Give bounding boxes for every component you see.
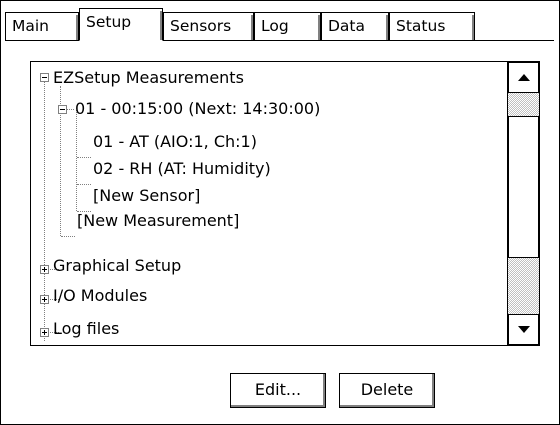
collapse-icon[interactable] [58,105,67,114]
collapse-icon[interactable] [40,73,49,82]
tree-connector [77,184,91,185]
scrollbar-thumb[interactable] [508,116,539,258]
tree-item-log-files[interactable]: Log files [53,317,119,341]
tree-content: EZSetup Measurements 01 - 00:15:00 (Next… [31,62,507,345]
tree-item-sensor-at[interactable]: 01 - AT (AIO:1, Ch:1) [93,130,257,154]
tree-item-new-measurement[interactable]: [New Measurement] [77,209,239,233]
setup-tree-view[interactable]: EZSetup Measurements 01 - 00:15:00 (Next… [30,61,540,346]
vertical-scrollbar[interactable] [507,62,539,345]
expand-icon[interactable] [40,265,49,274]
tab-setup-label: Setup [86,13,132,31]
tab-status[interactable]: Status [389,12,475,40]
expand-icon[interactable] [40,328,49,337]
tree-item-new-sensor[interactable]: [New Sensor] [93,184,200,208]
tab-main[interactable]: Main [5,12,79,40]
scroll-up-button[interactable] [508,62,539,93]
tree-item-ezsetup-measurements[interactable]: EZSetup Measurements [53,66,244,90]
tree-item-measurement-01[interactable]: 01 - 00:15:00 (Next: 14:30:00) [75,97,320,121]
arrow-up-icon [517,74,530,81]
tab-sensors[interactable]: Sensors [163,12,254,40]
tree-item-sensor-rh[interactable]: 02 - RH (AT: Humidity) [93,157,271,181]
tree-connector [77,157,91,158]
delete-button-label: Delete [360,380,414,399]
tab-sensors-label: Sensors [170,17,232,35]
tree-level2-line [76,110,77,211]
edit-button-label: Edit... [254,380,302,399]
tree-item-graphical-setup[interactable]: Graphical Setup [53,254,181,278]
tree-connector [61,236,75,237]
arrow-down-icon [517,326,530,333]
tree-item-io-modules[interactable]: I/O Modules [53,284,147,308]
expand-icon[interactable] [40,295,49,304]
tab-main-label: Main [12,17,50,35]
tree-connector [67,109,74,110]
tab-data-label: Data [328,17,366,35]
tab-setup[interactable]: Setup [79,8,163,41]
delete-button[interactable]: Delete [339,373,435,408]
tab-log-label: Log [261,17,289,35]
tab-log[interactable]: Log [254,12,321,40]
tab-data[interactable]: Data [321,12,389,40]
scroll-down-button[interactable] [508,314,539,345]
edit-button[interactable]: Edit... [230,373,326,408]
tab-status-label: Status [396,17,446,35]
